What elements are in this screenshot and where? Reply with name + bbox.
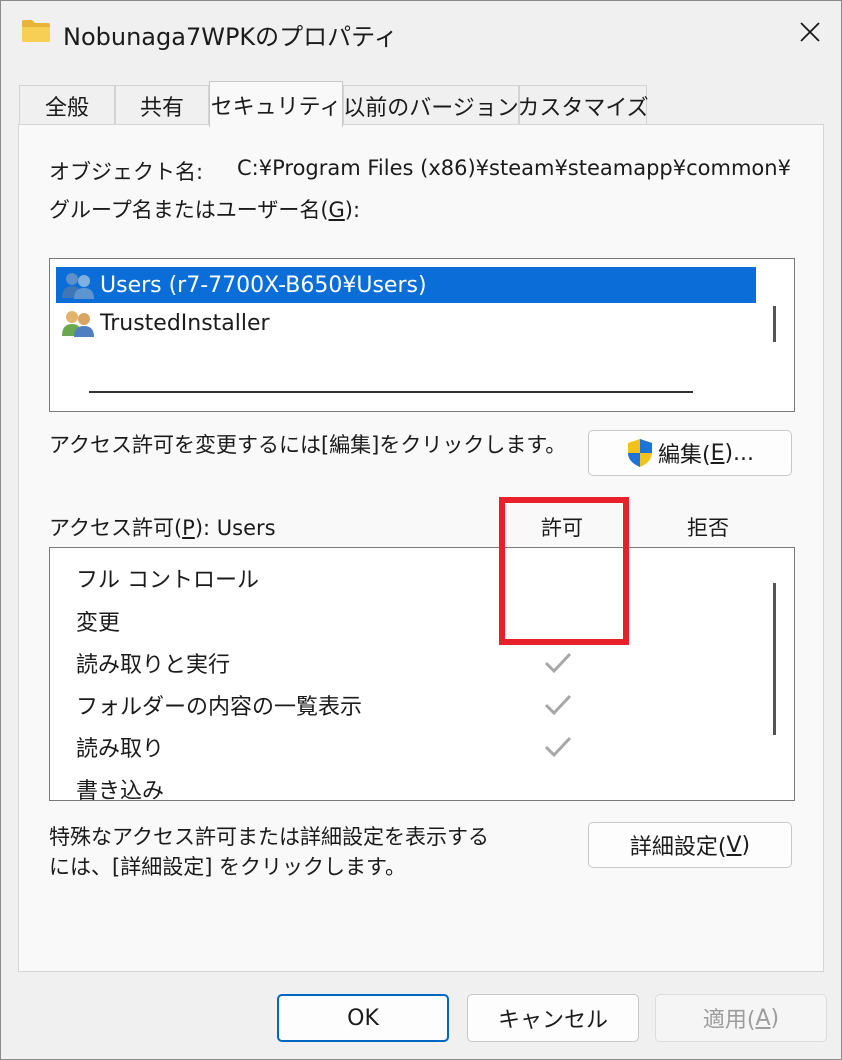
annotation-highlight-box bbox=[499, 497, 629, 645]
folder-icon bbox=[22, 20, 50, 42]
user-group-icon bbox=[62, 273, 94, 299]
apply-button[interactable]: 適用(A) bbox=[655, 994, 827, 1042]
advanced-button-label: 詳細設定( bbox=[629, 835, 727, 860]
group-label-suffix: ): bbox=[344, 198, 361, 222]
permission-row: 書き込み bbox=[76, 779, 165, 801]
ok-button[interactable]: OK bbox=[277, 994, 449, 1042]
apply-button-accesskey: A bbox=[755, 1005, 771, 1031]
allow-check-icon bbox=[544, 736, 572, 758]
permission-row: 読み取り bbox=[76, 737, 165, 762]
deny-column-header: 拒否 bbox=[687, 516, 729, 540]
cancel-button[interactable]: キャンセル bbox=[467, 994, 639, 1042]
list-horizontal-scrollbar[interactable] bbox=[89, 391, 693, 393]
permissions-vertical-scrollbar[interactable] bbox=[773, 583, 776, 735]
edit-button[interactable]: 編集(E)... bbox=[588, 430, 792, 476]
tab-security[interactable]: セキュリティ bbox=[209, 81, 343, 127]
perm-label-suffix: ): Users bbox=[194, 516, 276, 540]
advanced-hint-line2: には、[詳細設定] をクリックします。 bbox=[49, 855, 406, 879]
group-user-label: グループ名またはユーザー名(G): bbox=[49, 194, 360, 224]
list-vertical-scrollbar[interactable] bbox=[773, 306, 776, 342]
advanced-button-accesskey: V bbox=[726, 832, 742, 858]
tab-general[interactable]: 全般 bbox=[19, 85, 115, 125]
edit-button-label: 編集( bbox=[657, 443, 711, 468]
user-listbox[interactable]: Users (r7-7700X-B650¥Users) TrustedInsta… bbox=[49, 258, 795, 412]
permission-row: 変更 bbox=[76, 611, 121, 636]
allow-check-icon bbox=[544, 694, 572, 716]
properties-window: Nobunaga7WPKのプロパティ 全般 共有 セキュリティ 以前のバージョン… bbox=[0, 0, 842, 1060]
advanced-hint-line1: 特殊なアクセス許可または詳細設定を表示する bbox=[49, 825, 489, 849]
user-name: TrustedInstaller bbox=[100, 310, 270, 336]
apply-button-suffix: ) bbox=[770, 1005, 780, 1031]
user-name: Users (r7-7700X-B650¥Users) bbox=[100, 272, 427, 298]
group-label-accesskey: G bbox=[328, 198, 345, 222]
perm-label-text: アクセス許可( bbox=[49, 516, 183, 540]
advanced-button[interactable]: 詳細設定(V) bbox=[588, 822, 792, 868]
permission-row: フル コントロール bbox=[76, 568, 259, 593]
close-icon bbox=[800, 22, 820, 42]
apply-button-label: 適用( bbox=[702, 1008, 756, 1033]
permissions-listbox[interactable]: フル コントロール 変更 読み取りと実行 フォルダーの内容の一覧表示 読み取り … bbox=[49, 547, 795, 801]
window-title: Nobunaga7WPKのプロパティ bbox=[63, 23, 398, 51]
allow-check-icon bbox=[544, 652, 572, 674]
tab-previous-versions[interactable]: 以前のバージョン bbox=[343, 85, 519, 125]
list-item-users[interactable]: Users (r7-7700X-B650¥Users) bbox=[56, 267, 756, 303]
permissions-label: アクセス許可(P): Users bbox=[49, 512, 276, 542]
edit-hint: アクセス許可を変更するには[編集]をクリックします。 bbox=[49, 433, 567, 457]
object-name-value: C:¥Program Files (x86)¥steam¥steamapp¥co… bbox=[237, 156, 793, 180]
permission-row: 読み取りと実行 bbox=[76, 653, 231, 678]
user-group-icon bbox=[62, 311, 94, 337]
perm-label-accesskey: P bbox=[182, 516, 195, 540]
close-button[interactable] bbox=[781, 9, 839, 55]
edit-button-accesskey: E bbox=[710, 440, 725, 466]
object-name-label: オブジェクト名: bbox=[49, 160, 204, 184]
uac-shield-icon bbox=[627, 439, 652, 467]
permission-row: フォルダーの内容の一覧表示 bbox=[76, 695, 363, 720]
edit-button-suffix: )... bbox=[724, 440, 755, 466]
advanced-button-suffix: ) bbox=[741, 832, 751, 858]
tab-sharing[interactable]: 共有 bbox=[115, 85, 209, 125]
tab-customize[interactable]: カスタマイズ bbox=[517, 85, 649, 125]
group-label-text: グループ名またはユーザー名( bbox=[49, 198, 329, 222]
list-item-trustedinstaller[interactable]: TrustedInstaller bbox=[56, 305, 756, 341]
title-bar: Nobunaga7WPKのプロパティ bbox=[1, 1, 841, 63]
